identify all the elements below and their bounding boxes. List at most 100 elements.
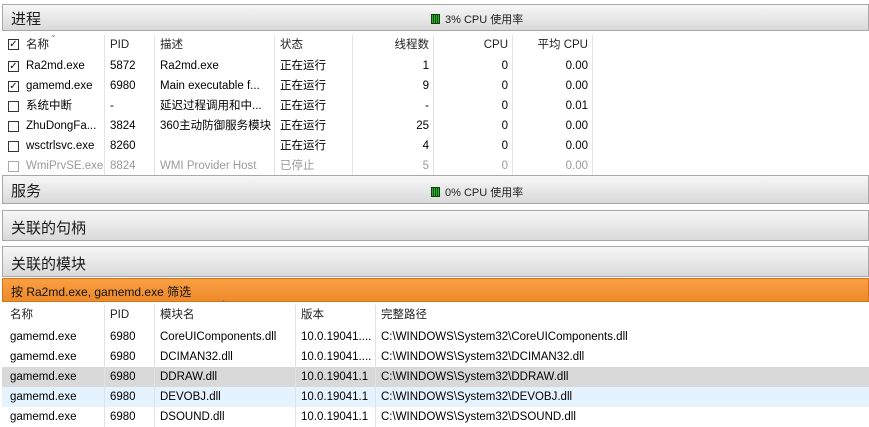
process-threads: - (425, 100, 429, 112)
module-version: 10.0.19041.1 (301, 371, 369, 383)
module-version: 10.0.19041.1 (301, 411, 369, 423)
module-process-name: gamemd.exe (10, 391, 77, 403)
cpu-graph-icon (431, 14, 440, 24)
process-name: Ra2md.exe (26, 60, 85, 72)
process-cpu: 0 (501, 120, 508, 132)
col-header-status[interactable]: 状态 (280, 35, 303, 55)
module-process-name: gamemd.exe (10, 331, 77, 343)
process-pid: 5872 (110, 60, 136, 72)
process-name: ZhuDongFa... (26, 120, 97, 132)
filter-label: 按 Ra2md.exe, gamemd.exe 筛选 (11, 285, 192, 299)
filter-bar[interactable]: 按 Ra2md.exe, gamemd.exe 筛选 (2, 278, 869, 302)
col-header-module[interactable]: 模块名 (160, 305, 195, 325)
row-checkbox[interactable]: ✓ (8, 81, 19, 92)
processes-cpu-meter: 3% CPU 使用率 (431, 11, 523, 27)
process-desc: 延迟过程调用和中... (160, 100, 262, 112)
processes-header[interactable]: 进程 3% CPU 使用率 (2, 4, 869, 31)
module-pid: 6980 (110, 391, 136, 403)
process-row[interactable]: ✓ gamemd.exe 6980 Main executable f... 正… (2, 76, 869, 96)
cpu-graph-icon (431, 187, 440, 197)
process-cpu: 0 (501, 60, 508, 72)
process-desc (160, 136, 274, 156)
col-header-path[interactable]: 完整路径 (381, 305, 427, 325)
column-divider (154, 305, 155, 427)
process-row[interactable]: ZhuDongFa... 3824 360主动防御服务模块 正在运行 25 0 … (2, 116, 869, 136)
module-path: C:\WINDOWS\System32\DEVOBJ.dll (381, 391, 573, 403)
col-header-name[interactable]: 名称 (26, 35, 49, 55)
process-avg-cpu: 0.00 (565, 160, 588, 172)
column-divider (375, 305, 376, 427)
module-path: C:\WINDOWS\System32\DSOUND.dll (381, 411, 576, 423)
process-desc: WMI Provider Host (160, 160, 257, 172)
process-row[interactable]: wsctrlsvc.exe 8260 正在运行 4 0 0.00 (2, 136, 869, 156)
process-threads: 25 (416, 120, 429, 132)
process-avg-cpu: 0.00 (565, 120, 588, 132)
column-divider (104, 305, 105, 427)
module-name: DCIMAN32.dll (160, 351, 233, 363)
row-checkbox[interactable] (8, 141, 19, 152)
process-status: 正在运行 (280, 120, 326, 132)
row-checkbox[interactable]: ✓ (8, 61, 19, 72)
process-cpu: 0 (501, 100, 508, 112)
module-path: C:\WINDOWS\System32\DDRAW.dll (381, 371, 569, 383)
col-header-desc[interactable]: 描述 (160, 35, 183, 55)
col-header-pid[interactable]: PID (110, 35, 129, 55)
module-row-hover[interactable]: gamemd.exe 6980 DEVOBJ.dll 10.0.19041.1 … (2, 387, 869, 407)
handles-header[interactable]: 关联的句柄 (2, 210, 869, 241)
module-pid: 6980 (110, 371, 136, 383)
module-pid: 6980 (110, 331, 136, 343)
process-name: 系统中断 (26, 100, 72, 112)
module-name: DDRAW.dll (160, 371, 218, 383)
process-row[interactable]: WmiPrvSE.exe 8824 WMI Provider Host 已停止 … (2, 156, 869, 176)
module-row[interactable]: gamemd.exe 6980 CoreUIComponents.dll 10.… (2, 327, 869, 347)
row-checkbox[interactable] (8, 101, 19, 112)
process-status: 正在运行 (280, 60, 326, 72)
process-desc: Ra2md.exe (160, 60, 219, 72)
services-cpu-label: 0% CPU 使用率 (445, 187, 524, 199)
select-all-checkbox[interactable]: ✓ (8, 39, 19, 50)
module-name: DEVOBJ.dll (160, 391, 221, 403)
row-checkbox[interactable] (8, 121, 19, 132)
process-pid: 8824 (110, 160, 136, 172)
module-path: C:\WINDOWS\System32\DCIMAN32.dll (381, 351, 585, 363)
services-title: 服务 (11, 183, 42, 200)
process-status: 正在运行 (280, 140, 326, 152)
process-cpu: 0 (501, 80, 508, 92)
module-row[interactable]: gamemd.exe 6980 DSOUND.dll 10.0.19041.1 … (2, 407, 869, 427)
row-checkbox[interactable] (8, 161, 19, 172)
modules-title: 关联的模块 (11, 256, 87, 273)
sort-arrow-icon: ⌃ (220, 299, 227, 308)
process-row[interactable]: ✓ Ra2md.exe 5872 Ra2md.exe 正在运行 1 0 0.00 (2, 56, 869, 76)
module-name: DSOUND.dll (160, 411, 225, 423)
col-header-threads[interactable]: 线程数 (354, 35, 430, 55)
processes-title: 进程 (11, 11, 42, 28)
process-threads: 4 (422, 140, 429, 152)
process-name: wsctrlsvc.exe (26, 140, 95, 152)
process-avg-cpu: 0.01 (565, 100, 588, 112)
col-header-version[interactable]: 版本 (301, 305, 324, 325)
col-header-avg-cpu[interactable]: 平均 CPU (512, 35, 588, 55)
module-path: C:\WINDOWS\System32\CoreUIComponents.dll (381, 331, 628, 343)
process-avg-cpu: 0.00 (565, 60, 588, 72)
col-header-pid[interactable]: PID (110, 305, 129, 325)
process-name: WmiPrvSE.exe (26, 160, 104, 172)
sort-arrow-icon: ⌄ (50, 30, 57, 39)
process-name: gamemd.exe (26, 80, 93, 92)
col-header-cpu[interactable]: CPU (432, 35, 508, 55)
col-header-name[interactable]: 名称 (10, 305, 33, 325)
module-row[interactable]: gamemd.exe 6980 DCIMAN32.dll 10.0.19041.… (2, 347, 869, 367)
process-desc: 360主动防御服务模块 (160, 120, 272, 132)
process-threads: 5 (422, 160, 429, 172)
module-process-name: gamemd.exe (10, 371, 77, 383)
modules-header[interactable]: 关联的模块 (2, 246, 869, 277)
module-pid: 6980 (110, 351, 136, 363)
process-pid: 8260 (110, 140, 136, 152)
process-row[interactable]: 系统中断 - 延迟过程调用和中... 正在运行 - 0 0.01 (2, 96, 869, 116)
module-process-name: gamemd.exe (10, 411, 77, 423)
module-row-selected[interactable]: gamemd.exe 6980 DDRAW.dll 10.0.19041.1 C… (2, 367, 869, 387)
module-version: 10.0.19041.1 (301, 391, 369, 403)
services-header[interactable]: 服务 0% CPU 使用率 (2, 175, 869, 204)
process-avg-cpu: 0.00 (565, 80, 588, 92)
process-avg-cpu: 0.00 (565, 140, 588, 152)
process-pid: 6980 (110, 80, 136, 92)
